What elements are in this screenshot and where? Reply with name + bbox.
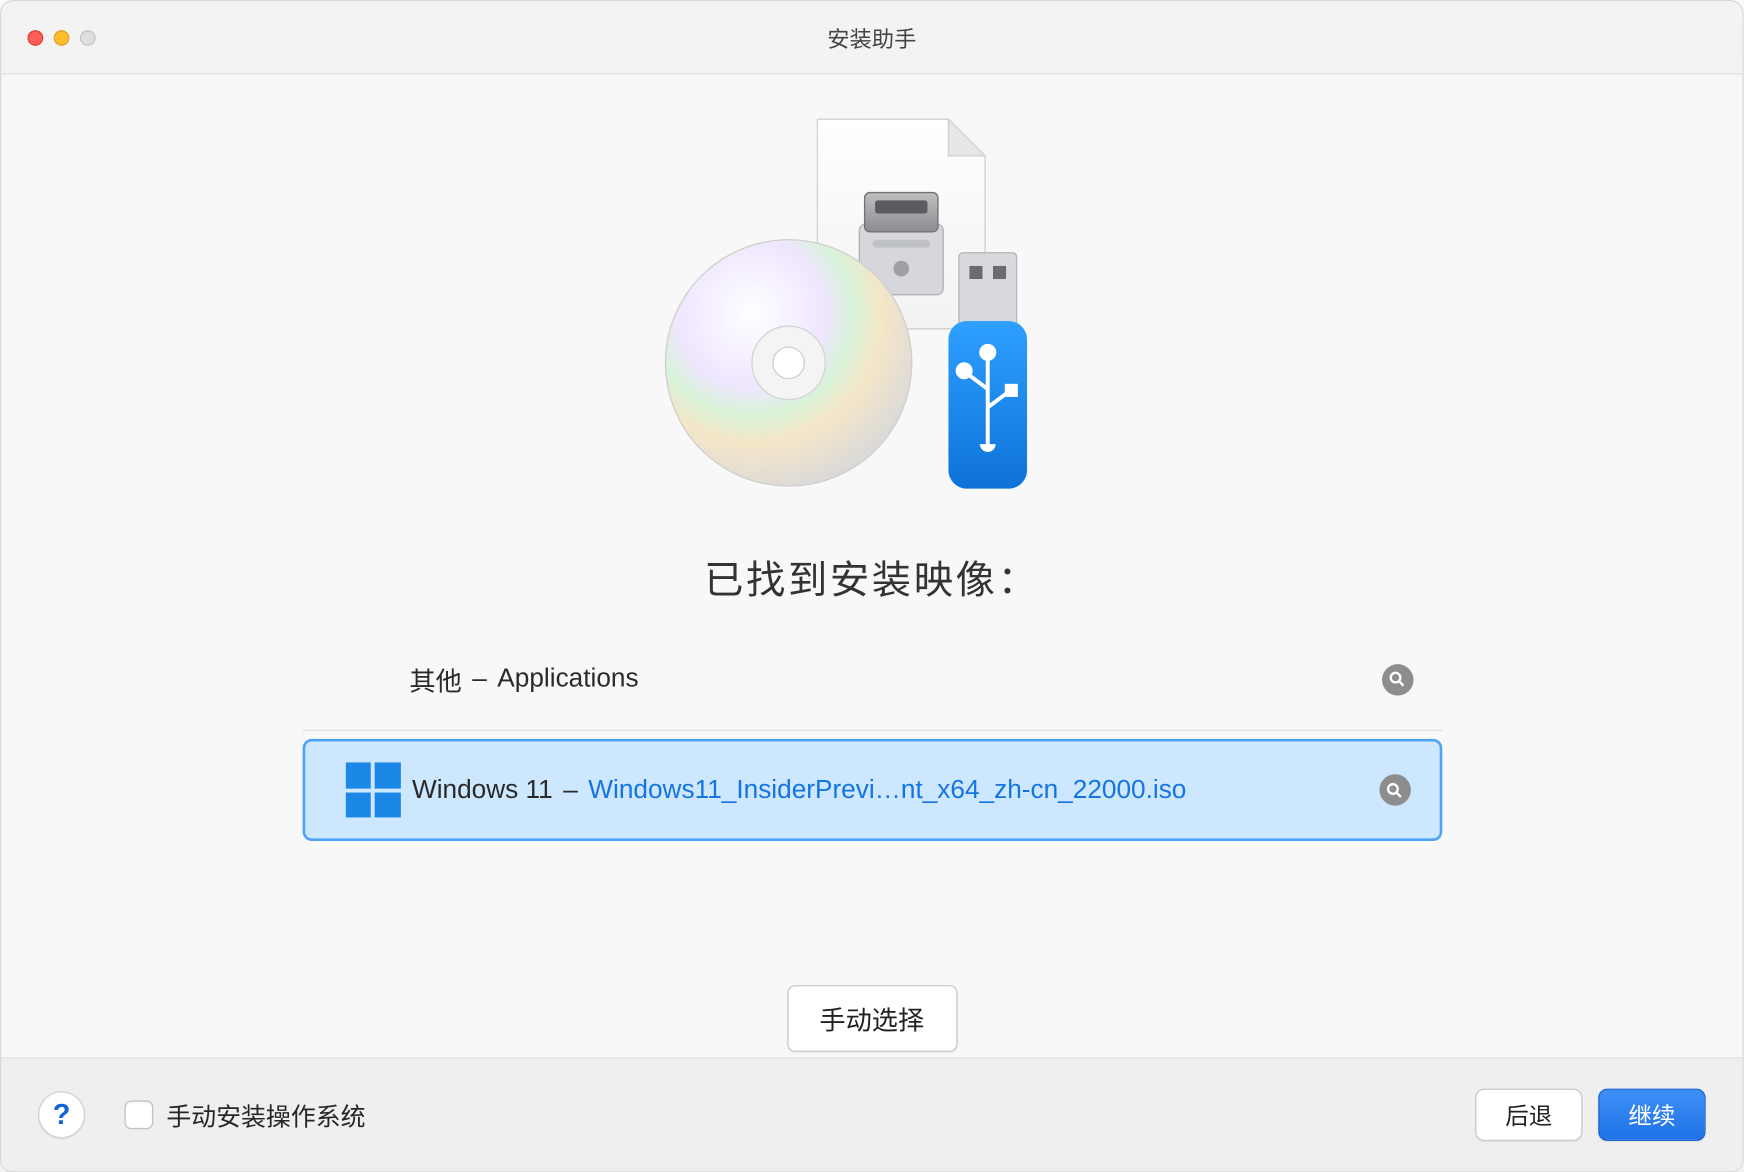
checkbox-label: 手动安装操作系统 (166, 1097, 365, 1132)
back-button[interactable]: 后退 (1475, 1089, 1582, 1141)
help-icon: ? (53, 1098, 71, 1132)
reveal-in-finder-button[interactable] (1381, 664, 1412, 695)
row-separator: – (563, 775, 578, 805)
window-close-button[interactable] (28, 29, 44, 45)
reveal-in-finder-button[interactable] (1379, 774, 1410, 805)
row-secondary-label: Windows11_InsiderPrevi…nt_x64_zh-cn_2200… (588, 775, 1186, 805)
installation-media-illustration (662, 111, 1081, 511)
content-area: 已找到安装映像： 其他 – Applications Window (1, 75, 1742, 1059)
usb-drive-icon (948, 253, 1027, 489)
windows-logo-icon (345, 762, 400, 817)
checkbox-box (124, 1100, 153, 1129)
image-row-other[interactable]: 其他 – Applications (302, 629, 1442, 731)
optical-disc-icon (665, 240, 911, 486)
magnifier-icon (1386, 781, 1403, 798)
traffic-lights (28, 29, 96, 45)
magnifier-icon (1389, 671, 1406, 688)
window-minimize-button[interactable] (54, 29, 70, 45)
image-row-windows11[interactable]: Windows 11 – Windows11_InsiderPrevi…nt_x… (302, 739, 1442, 841)
row-primary-label: 其他 (409, 660, 461, 698)
choose-manually-button[interactable]: 手动选择 (787, 985, 957, 1052)
window-zoom-button (80, 29, 96, 45)
row-secondary-label: Applications (497, 664, 638, 694)
image-list: 其他 – Applications Windows 11 – Windows11… (302, 629, 1442, 841)
window-title: 安装助手 (1, 21, 1742, 54)
manual-install-checkbox[interactable]: 手动安装操作系统 (124, 1097, 365, 1132)
row-primary-label: Windows 11 (412, 775, 553, 805)
title-bar: 安装助手 (1, 1, 1742, 74)
footer-bar: ? 手动安装操作系统 后退 继续 (1, 1058, 1742, 1171)
row-separator: – (472, 664, 487, 694)
found-images-heading: 已找到安装映像： (704, 548, 1039, 606)
continue-button[interactable]: 继续 (1598, 1089, 1705, 1141)
help-button[interactable]: ? (38, 1091, 85, 1138)
